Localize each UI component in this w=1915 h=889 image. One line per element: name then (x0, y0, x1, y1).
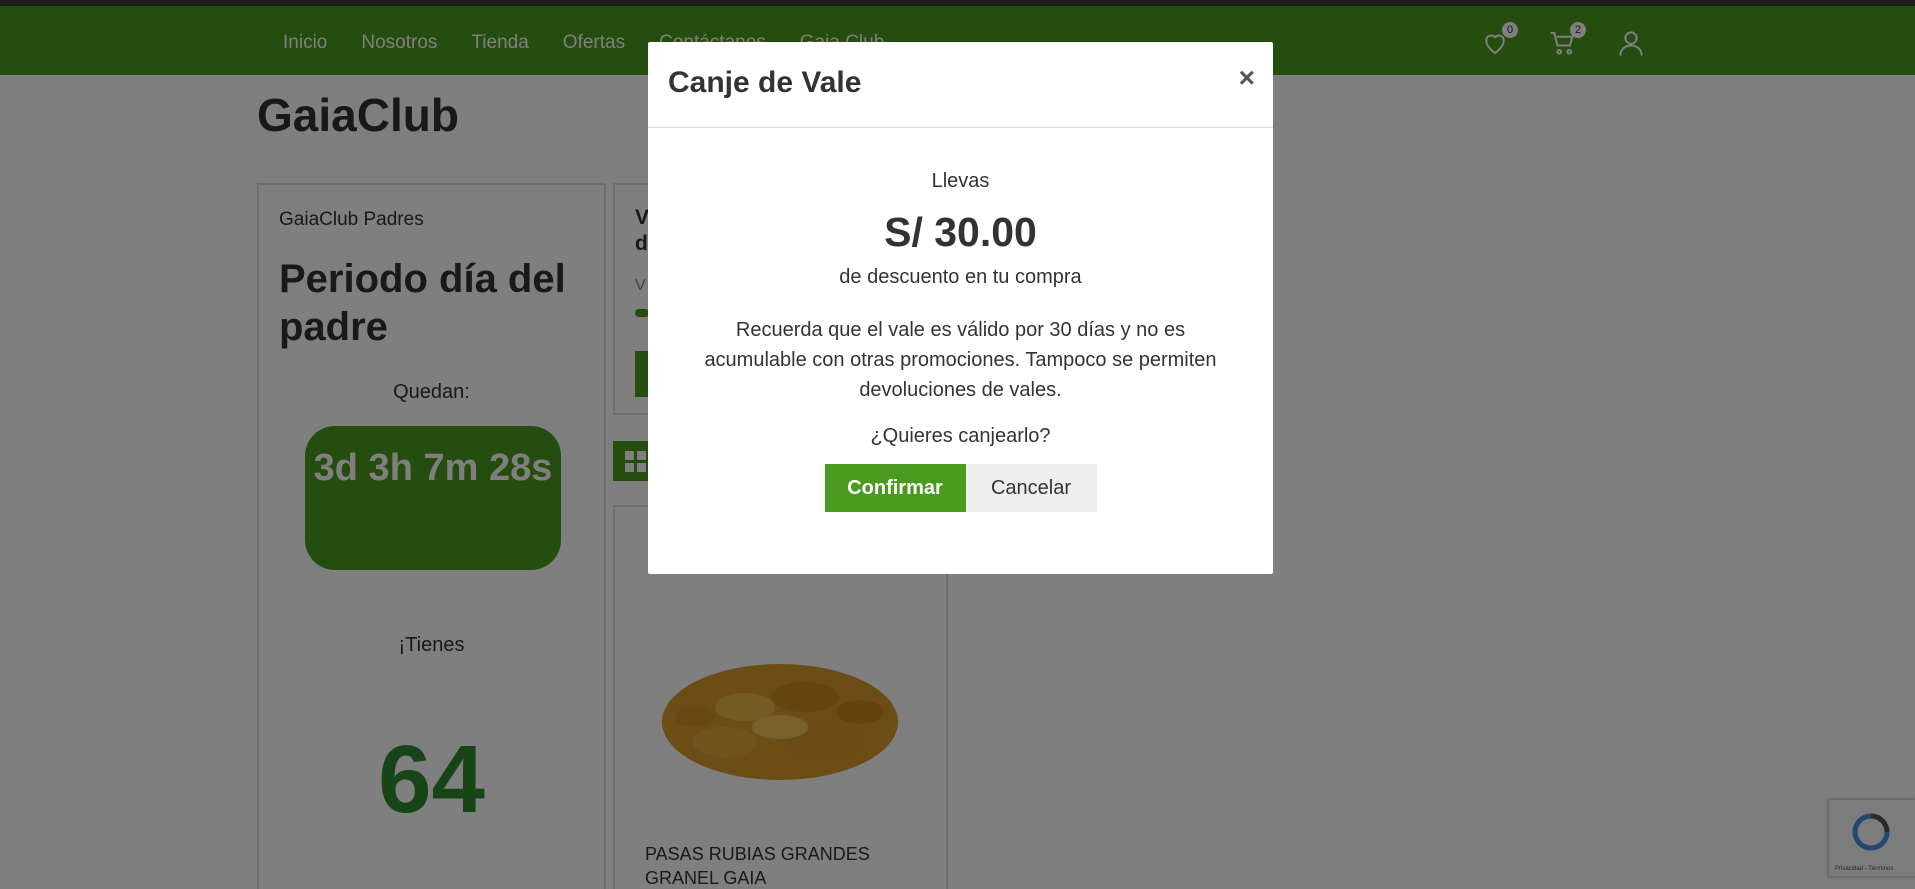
llevas-label: Llevas (931, 170, 990, 192)
discount-amount: S/ 30.00 (884, 209, 1037, 255)
redeem-question: ¿Quieres canjearlo? (870, 425, 1051, 447)
modal-body: Llevas S/ 30.00 de descuento en tu compr… (648, 128, 1273, 512)
discount-description: de descuento en tu compra (839, 266, 1082, 288)
voucher-terms-note: Recuerda que el vale es válido por 30 dí… (704, 319, 1217, 401)
cancel-button[interactable]: Cancelar (965, 464, 1097, 512)
close-icon[interactable]: × (1239, 62, 1255, 94)
modal-title: Canje de Vale (668, 66, 862, 99)
voucher-redeem-modal: Canje de Vale × Llevas S/ 30.00 de descu… (648, 42, 1273, 574)
modal-actions: Confirmar Cancelar (648, 464, 1273, 512)
confirm-button[interactable]: Confirmar (824, 464, 966, 512)
modal-header: Canje de Vale × (648, 42, 1273, 128)
